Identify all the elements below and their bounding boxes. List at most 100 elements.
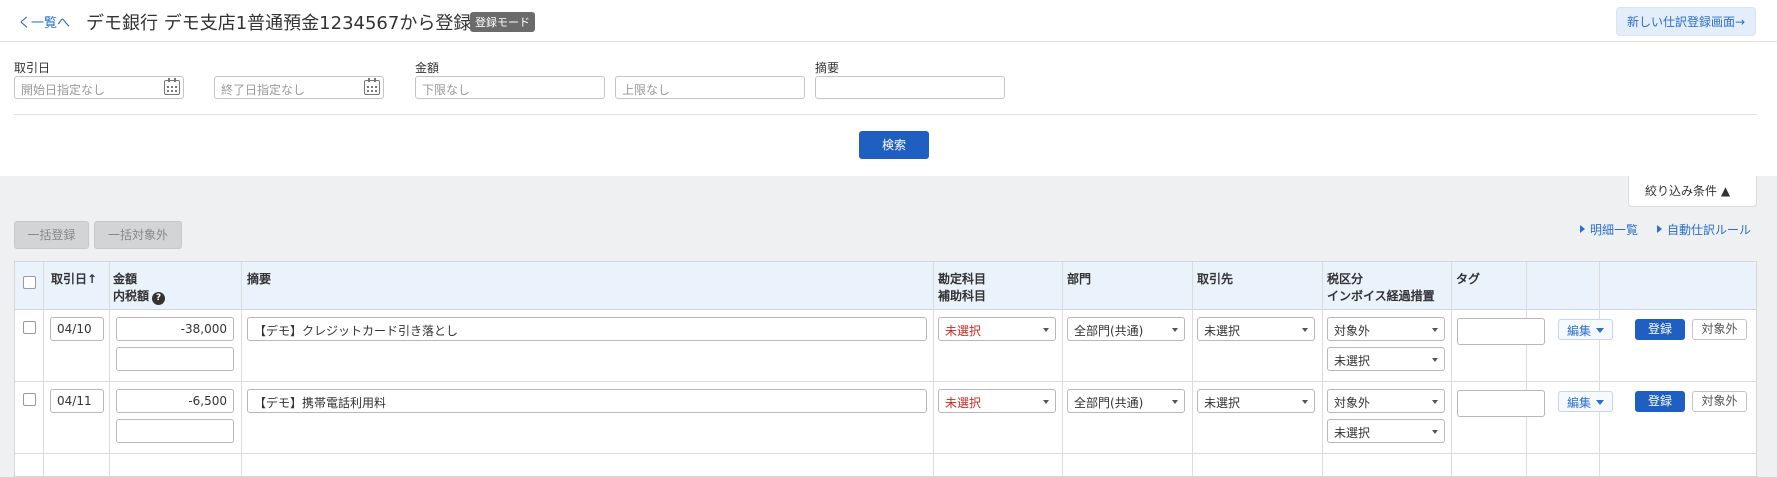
partner-select[interactable]: 未選択: [1197, 317, 1315, 341]
edit-button[interactable]: 編集: [1558, 319, 1614, 340]
header-amount-label: 金額: [113, 272, 138, 286]
invoice-select[interactable]: 未選択: [1327, 347, 1445, 371]
triangle-right-icon: [1580, 225, 1585, 233]
partner-value: 未選択: [1204, 396, 1241, 410]
dropdown-caret-icon: [1172, 328, 1178, 332]
dropdown-caret-icon: [1302, 400, 1308, 404]
date-end-placeholder: 終了日指定なし: [221, 83, 306, 97]
dropdown-caret-icon: [1302, 328, 1308, 332]
partner-select[interactable]: 未選択: [1197, 389, 1315, 413]
account-select[interactable]: 未選択: [938, 317, 1056, 341]
select-all-checkbox[interactable]: [23, 276, 36, 289]
tag-input[interactable]: [1457, 318, 1545, 345]
caret-down-icon: [1596, 400, 1605, 405]
edit-label: 編集: [1567, 396, 1592, 410]
date-input[interactable]: 04/11: [50, 389, 104, 413]
department-value: 全部門(共通): [1074, 324, 1144, 338]
new-journal-screen-button[interactable]: 新しい仕訳登録画面→: [1615, 7, 1756, 36]
register-button[interactable]: 登録: [1635, 391, 1685, 412]
header-partner: 取引先: [1197, 272, 1234, 286]
amount-min-input[interactable]: 下限なし: [415, 76, 605, 99]
divider: [14, 114, 1757, 115]
tax-select[interactable]: 対象外: [1327, 317, 1445, 341]
department-select[interactable]: 全部門(共通): [1067, 317, 1185, 341]
tax-value: 対象外: [1334, 396, 1371, 410]
partner-value: 未選択: [1204, 324, 1241, 338]
amount-min-placeholder: 下限なし: [422, 83, 471, 97]
date-start-input[interactable]: 開始日指定なし: [14, 76, 184, 99]
calendar-icon[interactable]: [164, 78, 180, 95]
table-row: 04/11 -6,500 【デモ】携帯電話利用料 未選択 全部門(共通) 未選択…: [15, 382, 1756, 452]
row-divider: [15, 453, 1756, 454]
tax-amount-input[interactable]: [116, 419, 234, 443]
memo-label: 摘要: [815, 61, 840, 75]
memo-input[interactable]: [815, 76, 1005, 99]
account-select[interactable]: 未選択: [938, 389, 1056, 413]
header-tax: 税区分 インボイス経過措置: [1327, 271, 1435, 305]
header-tax-label: 税区分: [1327, 272, 1364, 286]
invoice-select[interactable]: 未選択: [1327, 419, 1445, 443]
dropdown-caret-icon: [1432, 400, 1438, 404]
filter-toggle-tab[interactable]: 絞り込み条件 ▲: [1628, 176, 1757, 207]
header-memo: 摘要: [247, 272, 272, 286]
tax-value: 対象外: [1334, 324, 1371, 338]
header-account: 勘定科目 補助科目: [938, 271, 986, 305]
details-list-label: 明細一覧: [1590, 223, 1639, 237]
auto-rule-link[interactable]: 自動仕訳ルール: [1657, 221, 1751, 238]
memo-input[interactable]: 【デモ】携帯電話利用料: [247, 389, 927, 413]
dropdown-caret-icon: [1172, 400, 1178, 404]
invoice-value: 未選択: [1334, 354, 1371, 368]
dropdown-caret-icon: [1432, 430, 1438, 434]
table-row: 04/10 -38,000 【デモ】クレジットカード引き落とし 未選択 全部門(…: [15, 310, 1756, 380]
header-tax-included-label: 内税額: [113, 289, 150, 303]
amount-max-input[interactable]: 上限なし: [615, 76, 805, 99]
help-icon[interactable]: ?: [152, 292, 166, 305]
date-input[interactable]: 04/10: [50, 317, 104, 341]
bulk-exclude-button[interactable]: 一括対象外: [94, 221, 182, 249]
tax-amount-input[interactable]: [116, 347, 234, 371]
caret-down-icon: [1596, 328, 1605, 333]
date-start-placeholder: 開始日指定なし: [21, 83, 106, 97]
triangle-right-icon: [1657, 225, 1662, 233]
filter-panel: 取引日 開始日指定なし 終了日指定なし 金額 下限なし 上限なし 摘要 検索: [0, 42, 1777, 176]
dropdown-caret-icon: [1043, 400, 1049, 404]
date-label: 取引日: [14, 61, 51, 75]
page-title: デモ銀行 デモ支店1普通預金1234567から登録: [86, 13, 472, 34]
header-department: 部門: [1067, 272, 1092, 286]
calendar-icon[interactable]: [364, 78, 380, 95]
main-area: 絞り込み条件 ▲ 一括登録 一括対象外 明細一覧 自動仕訳ルール 取引日↑ 金額…: [0, 176, 1777, 477]
row-checkbox[interactable]: [23, 321, 36, 334]
dropdown-caret-icon: [1432, 328, 1438, 332]
edit-label: 編集: [1567, 324, 1592, 338]
tax-select[interactable]: 対象外: [1327, 389, 1445, 413]
date-end-input[interactable]: 終了日指定なし: [214, 76, 384, 99]
register-button[interactable]: 登録: [1635, 319, 1685, 340]
transactions-table: 取引日↑ 金額 内税額? 摘要 勘定科目 補助科目 部門 取引先 税区分 インボ…: [14, 261, 1757, 477]
account-value: 未選択: [945, 324, 982, 338]
amount-input[interactable]: -6,500: [116, 389, 234, 413]
search-button[interactable]: 検索: [859, 131, 929, 159]
table-header: 取引日↑ 金額 内税額? 摘要 勘定科目 補助科目 部門 取引先 税区分 インボ…: [15, 262, 1756, 310]
details-list-link[interactable]: 明細一覧: [1580, 221, 1638, 238]
header-date[interactable]: 取引日↑: [51, 271, 97, 288]
header-invoice-label: インボイス経過措置: [1327, 289, 1435, 303]
dropdown-caret-icon: [1432, 358, 1438, 362]
top-bar: く一覧へ デモ銀行 デモ支店1普通預金1234567から登録 登録モード 新しい…: [0, 0, 1777, 42]
auto-rule-label: 自動仕訳ルール: [1667, 223, 1752, 237]
exclude-button[interactable]: 対象外: [1692, 319, 1747, 340]
amount-input[interactable]: -38,000: [116, 317, 234, 341]
bulk-register-button[interactable]: 一括登録: [14, 221, 89, 249]
edit-button[interactable]: 編集: [1558, 391, 1614, 412]
header-sub-account-label: 補助科目: [938, 289, 987, 303]
header-account-label: 勘定科目: [938, 272, 987, 286]
account-value: 未選択: [945, 396, 982, 410]
exclude-button[interactable]: 対象外: [1692, 391, 1747, 412]
amount-label: 金額: [415, 61, 440, 75]
row-checkbox[interactable]: [23, 393, 36, 406]
department-select[interactable]: 全部門(共通): [1067, 389, 1185, 413]
invoice-value: 未選択: [1334, 426, 1371, 440]
back-to-list-link[interactable]: く一覧へ: [18, 12, 70, 31]
tag-input[interactable]: [1457, 390, 1545, 417]
memo-input[interactable]: 【デモ】クレジットカード引き落とし: [247, 317, 927, 341]
mode-badge: 登録モード: [470, 12, 535, 32]
